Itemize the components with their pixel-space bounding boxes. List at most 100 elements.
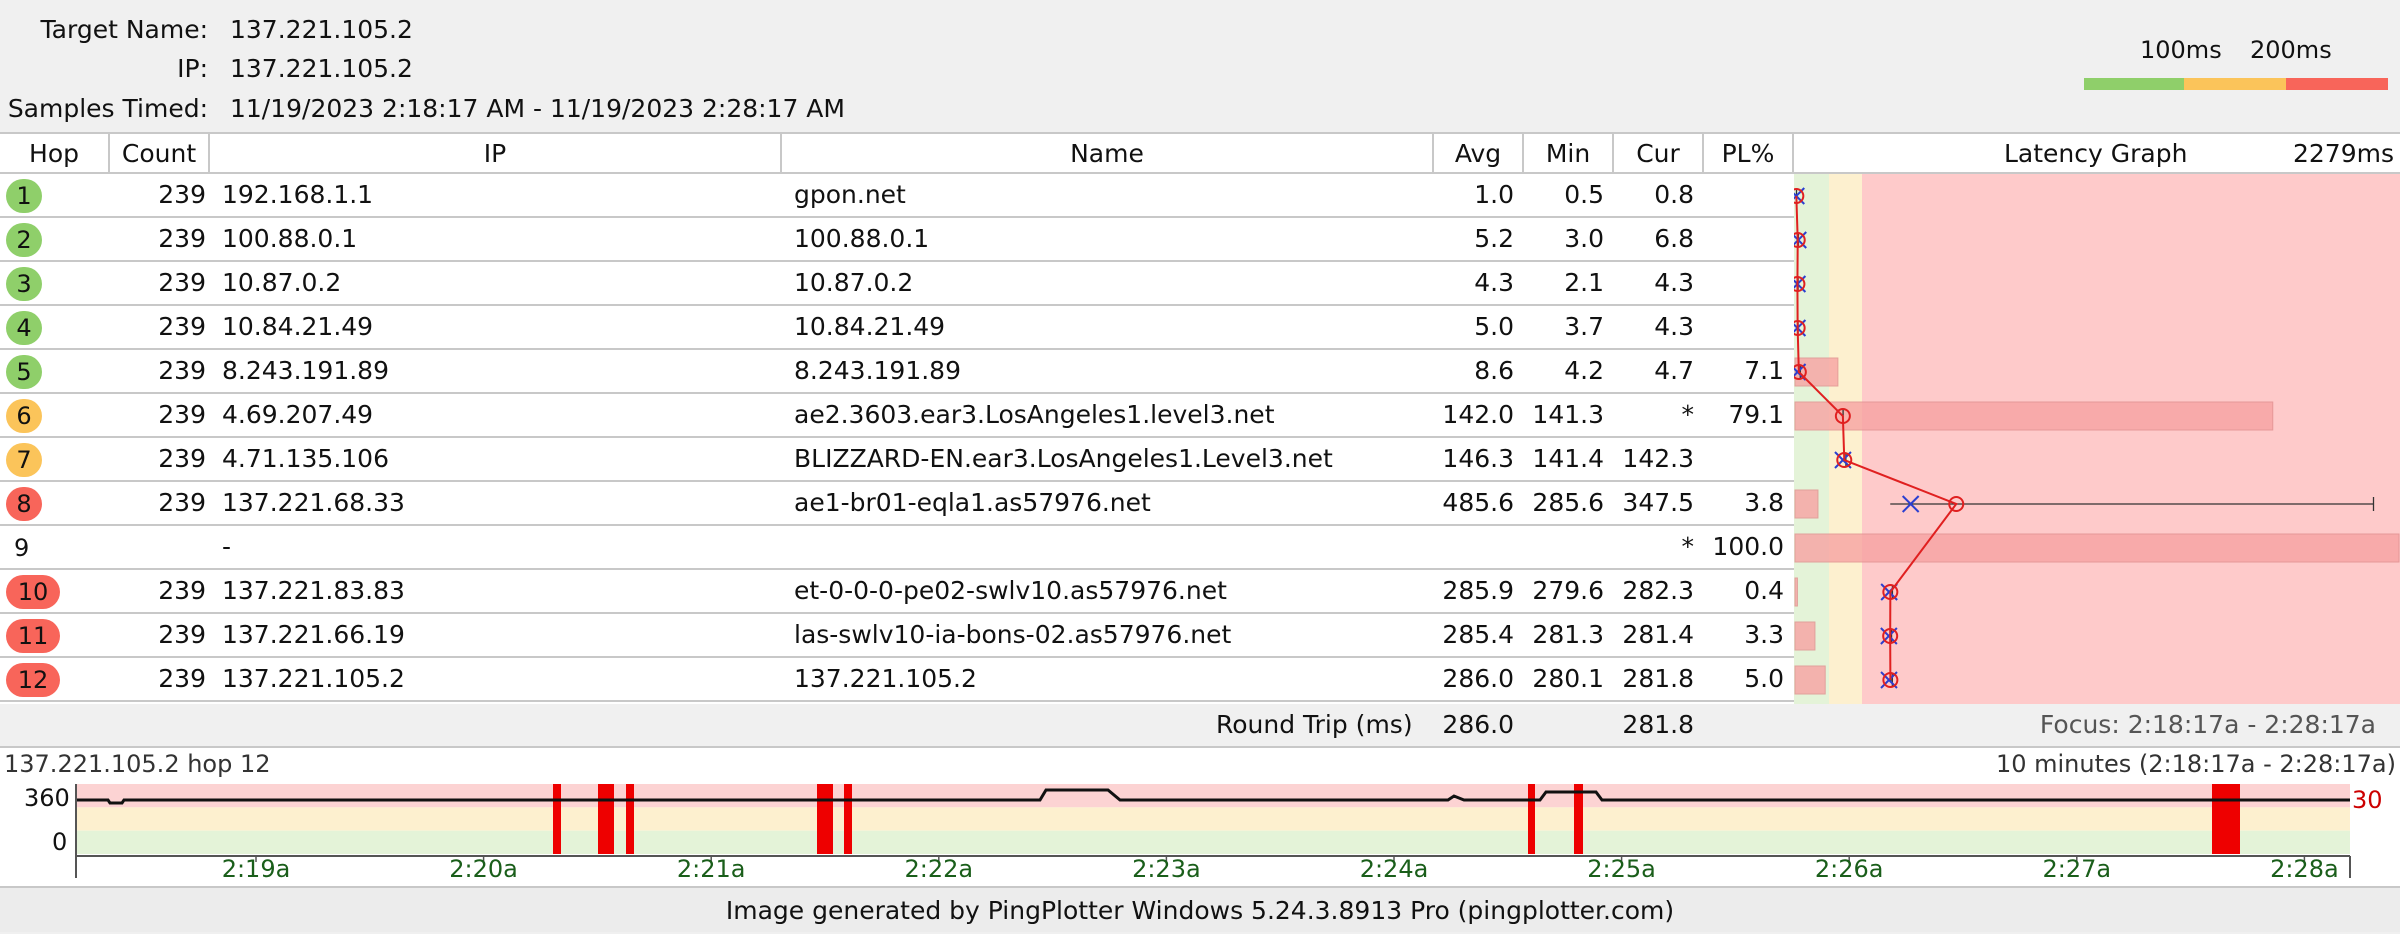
min-cell: 3.7	[1564, 312, 1604, 341]
name-cell: 100.88.0.1	[794, 224, 930, 253]
timeline-history-panel[interactable]: 137.221.105.2 hop 12 10 minutes (2:18:17…	[0, 746, 2400, 886]
table-row[interactable]: 12 239 137.221.105.2 137.221.105.2 286.0 280.…	[0, 658, 1794, 702]
packet-loss-spike	[844, 784, 852, 854]
count-cell: 239	[158, 224, 206, 253]
packet-loss-spike	[553, 784, 561, 854]
table-row[interactable]: 5 239 8.243.191.89 8.243.191.89 8.6 4.2 4.7 7.1	[0, 350, 1794, 394]
column-header-cur[interactable]: Cur	[1614, 134, 1704, 174]
timeline-tick-label: 2:22a	[904, 855, 974, 883]
ip-cell: 8.243.191.89	[222, 356, 389, 385]
table-row[interactable]: 11 239 137.221.66.19 las-swlv10-ia-bons-02.…	[0, 614, 1794, 658]
legend-bar-warn	[2184, 78, 2286, 90]
column-header-ip[interactable]: IP	[210, 134, 782, 174]
table-row[interactable]: 9 - * 100.0	[0, 526, 1794, 570]
avg-cell: 146.3	[1442, 444, 1514, 473]
table-row[interactable]: 8 239 137.221.68.33 ae1-br01-eqla1.as57976.…	[0, 482, 1794, 526]
cur-cell: *	[1681, 532, 1695, 561]
column-header-pl[interactable]: PL%	[1704, 134, 1794, 174]
samples-value: 11/19/2023 2:18:17 AM - 11/19/2023 2:28:…	[230, 94, 845, 123]
hop-cell: 8	[0, 482, 110, 524]
min-cell: 281.3	[1532, 620, 1604, 649]
hop-number-badge: 8	[6, 487, 42, 521]
avg-cell	[1434, 526, 1514, 568]
samples-label: Samples Timed:	[7, 94, 208, 123]
column-header-avg[interactable]: Avg	[1434, 134, 1524, 174]
table-row[interactable]: 6 239 4.69.207.49 ae2.3603.ear3.LosAngeles1…	[0, 394, 1794, 438]
target-info-panel: Target Name: 137.221.105.2 IP: 137.221.1…	[0, 0, 2400, 132]
hop-number-badge: 3	[6, 267, 42, 301]
name-cell: et-0-0-0-pe02-swlv10.as57976.net	[794, 576, 1227, 605]
table-row[interactable]: 10 239 137.221.83.83 et-0-0-0-pe02-swlv10.a…	[0, 570, 1794, 614]
samples-row: Samples Timed:	[0, 90, 208, 128]
min-cell: 280.1	[1532, 664, 1604, 693]
column-header-count[interactable]: Count	[110, 134, 210, 174]
ip-label: IP:	[177, 54, 208, 83]
timeline-tick-label: 2:25a	[1587, 855, 1656, 883]
latency-graph	[1794, 174, 2400, 704]
packet-loss-bar	[1794, 621, 1816, 651]
ip-cell: 137.221.83.83	[222, 576, 405, 605]
ip-cell: -	[222, 532, 232, 561]
timeline-zone-good	[76, 830, 2350, 854]
count-cell: 239	[158, 180, 206, 209]
packet-loss-spike	[598, 784, 614, 854]
hop-cell: 10	[0, 570, 110, 612]
min-cell: 279.6	[1532, 576, 1604, 605]
count-cell: 239	[158, 444, 206, 473]
hop-number-badge: 11	[6, 619, 60, 653]
name-cell	[794, 526, 1434, 568]
pl-cell	[1704, 262, 1784, 304]
hop-cell: 7	[0, 438, 110, 480]
hop-number-badge: 6	[6, 399, 42, 433]
ip-cell: 137.221.68.33	[222, 488, 405, 517]
table-row[interactable]: 2 239 100.88.0.1 100.88.0.1 5.2 3.0 6.8	[0, 218, 1794, 262]
count-cell: 239	[158, 664, 206, 693]
column-header-latency-graph[interactable]: Latency Graph 2279ms	[1794, 134, 2400, 174]
count-cell: 239	[158, 312, 206, 341]
count-cell: 239	[158, 356, 206, 385]
column-header-min[interactable]: Min	[1524, 134, 1614, 174]
min-cell: 3.0	[1564, 224, 1604, 253]
ip-cell: 137.221.66.19	[222, 620, 405, 649]
pl-cell	[1704, 174, 1784, 216]
name-cell: ae1-br01-eqla1.as57976.net	[794, 488, 1151, 517]
timeline-tick-label: 2:28a	[2270, 855, 2339, 883]
min-cell: 0.5	[1564, 180, 1604, 209]
target-name-label: Target Name:	[40, 15, 208, 44]
table-row[interactable]: 4 239 10.84.21.49 10.84.21.49 5.0 3.7 4.3	[0, 306, 1794, 350]
column-header-hop[interactable]: Hop	[0, 134, 110, 174]
hop-cell: 9	[0, 526, 110, 568]
column-header-name[interactable]: Name	[782, 134, 1434, 174]
pl-cell: 5.0	[1744, 664, 1784, 693]
trace-table: Hop Count IP Name Avg Min Cur PL% Latenc…	[0, 132, 2400, 704]
packet-loss-bar	[1794, 401, 2274, 431]
latency-graph-title: Latency Graph	[2004, 139, 2188, 168]
pl-cell: 3.8	[1744, 488, 1784, 517]
pl-cell: 79.1	[1728, 400, 1784, 429]
graph-zone-bad	[1862, 174, 2400, 704]
timeline-zone-warn	[76, 807, 2350, 831]
cur-cell: 4.3	[1654, 268, 1694, 297]
table-row[interactable]: 3 239 10.87.0.2 10.87.0.2 4.3 2.1 4.3	[0, 262, 1794, 306]
pl-cell: 7.1	[1744, 356, 1784, 385]
count-cell: 239	[158, 620, 206, 649]
packet-loss-bar	[1794, 577, 1798, 607]
table-row[interactable]: 1 239 192.168.1.1 gpon.net 1.0 0.5 0.8	[0, 174, 1794, 218]
hop-number-badge: 12	[6, 663, 60, 697]
legend-label-100: 100ms	[2140, 36, 2222, 64]
timeline-tick-label: 2:23a	[1132, 855, 1201, 883]
packet-loss-bar	[1794, 665, 1826, 695]
avg-cell: 485.6	[1442, 488, 1514, 517]
packet-loss-spike	[626, 784, 634, 854]
round-trip-row: Round Trip (ms) 286.0 281.8 Focus: 2:18:…	[0, 704, 2400, 746]
hop-cell: 1	[0, 174, 110, 216]
cur-cell: 142.3	[1622, 444, 1694, 473]
table-row[interactable]: 7 239 4.71.135.106 BLIZZARD-EN.ear3.LosAnge…	[0, 438, 1794, 482]
timeline-tick-label: 2:21a	[676, 855, 746, 883]
focus-range: Focus: 2:18:17a - 2:28:17a	[2039, 710, 2376, 739]
timeline-tick-label: 2:19a	[221, 855, 291, 883]
cur-cell: 6.8	[1654, 224, 1694, 253]
timeline-tick-label: 2:26a	[1814, 855, 1884, 883]
pl-cell: 100.0	[1712, 532, 1784, 561]
count-cell	[110, 526, 206, 568]
